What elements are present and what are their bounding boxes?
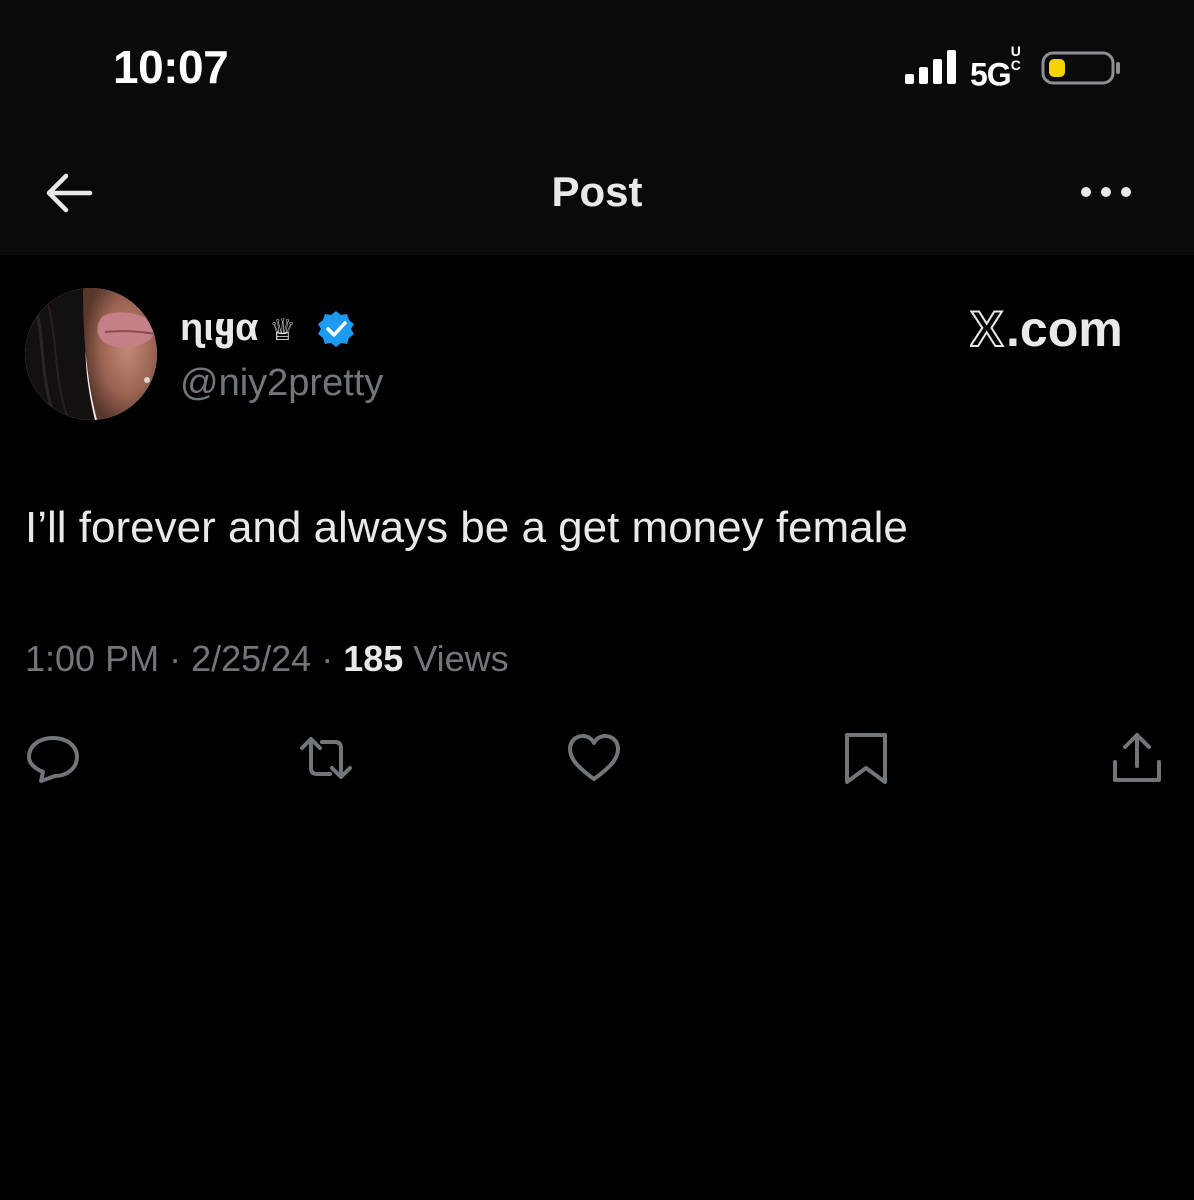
watermark-x: X	[970, 301, 1003, 357]
meta-separator: ·	[311, 638, 344, 679]
status-time: 10:07	[113, 41, 229, 93]
network-label: 5G	[970, 56, 1012, 93]
bookmark-icon[interactable]	[838, 730, 894, 786]
author-handle[interactable]: @niy2pretty	[180, 362, 383, 405]
post-text: I’ll forever and always be a get money f…	[25, 503, 908, 552]
network-superscript: UC	[1010, 43, 1021, 73]
views-label[interactable]: Views	[403, 638, 508, 679]
page-title: Post	[551, 168, 643, 215]
crown-emoji: ♕	[269, 313, 297, 348]
watermark-suffix: .com	[1006, 301, 1123, 357]
post-time[interactable]: 1:00 PM	[25, 638, 159, 679]
meta-separator: ·	[159, 638, 192, 679]
x-logo-watermark: X .com	[970, 300, 1123, 358]
avatar[interactable]	[25, 288, 157, 420]
post-meta: 1:00 PM · 2/25/24 · 185 Views	[25, 638, 509, 680]
signal-bars-icon	[905, 50, 956, 84]
more-horizontal-icon[interactable]	[1076, 170, 1136, 214]
battery-low-icon	[1041, 51, 1120, 85]
author-display-name[interactable]: ɳιყα ♕	[180, 305, 296, 350]
reply-icon[interactable]	[25, 730, 81, 786]
network-indicator: 5GUC	[970, 44, 1023, 94]
views-count[interactable]: 185	[343, 638, 403, 679]
author-name-text: ɳιყα	[180, 307, 259, 349]
heart-icon[interactable]	[566, 730, 622, 786]
verified-badge-icon	[318, 311, 354, 347]
post-date[interactable]: 2/25/24	[191, 638, 311, 679]
repost-icon[interactable]	[298, 730, 354, 786]
share-icon[interactable]	[1109, 730, 1165, 786]
